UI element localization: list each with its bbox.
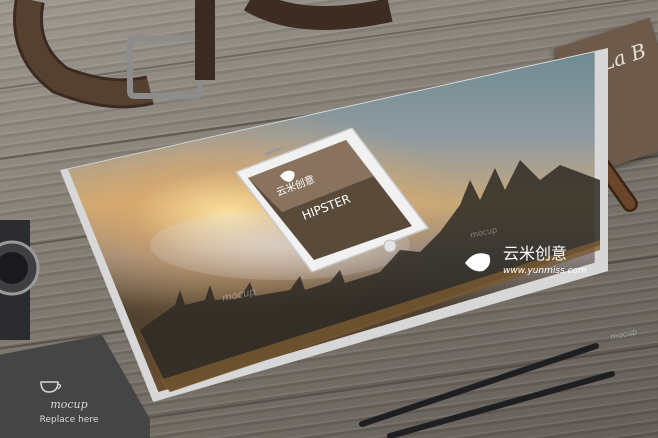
laptop-logo-brand: 云米创意 [503,244,567,263]
card-brand: mocup [50,398,88,411]
laptop-logo: 云米创意 www.yunmiss.com [465,244,587,276]
pencils [359,343,615,438]
phone-speaker [264,147,282,156]
card-text: mocup Replace here [34,398,104,425]
mockup-scene: La B 云米创意 www.yunmiss.com mocup mocup mo… [0,0,658,438]
home-button [383,239,397,253]
laptop-logo-url: www.yunmiss.com [503,266,587,276]
bird-logo-icon [465,253,491,272]
coffee-cup-icon [40,381,62,393]
card-tagline: Replace here [39,415,99,425]
smartphone: 云米创意 HIPSTER [234,128,430,273]
